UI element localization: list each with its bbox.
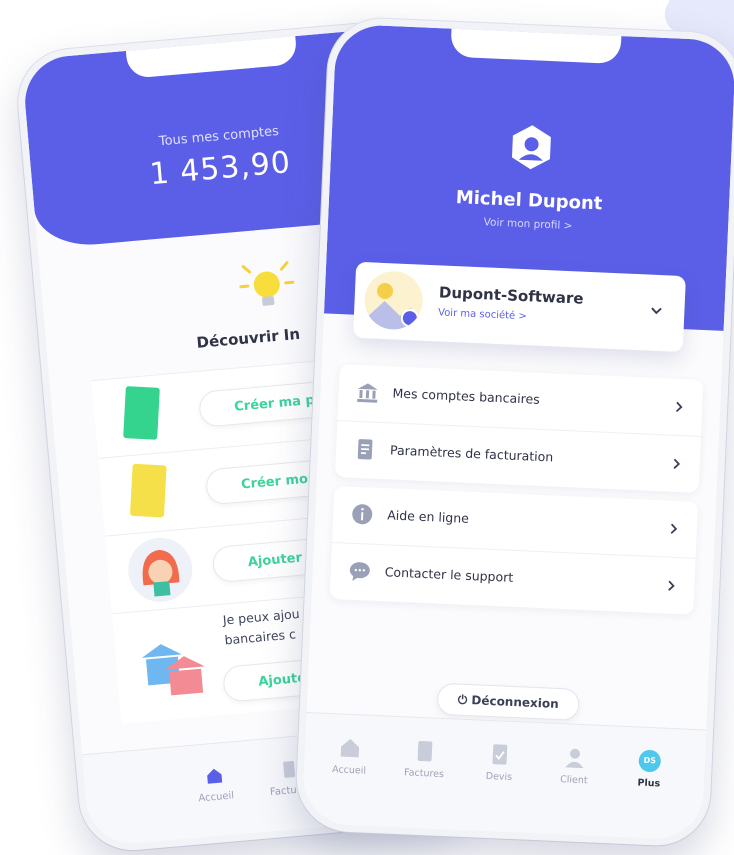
front-phone: Michel Dupont Voir mon profil > Dupont-S… <box>294 16 734 848</box>
home-icon <box>340 738 360 758</box>
invoice-icon <box>417 740 433 762</box>
chevron-right-icon <box>668 580 675 591</box>
client-face-icon <box>125 535 195 605</box>
tab-accueil[interactable]: Accueil <box>314 735 386 777</box>
menu-label: Contacter le support <box>384 564 514 585</box>
logout-label: Déconnexion <box>471 693 559 711</box>
tab-client[interactable]: Client <box>539 745 611 787</box>
company-name: Dupont-Software <box>438 283 584 308</box>
support-menu-group: Aide en ligne Contacter le support <box>329 486 699 615</box>
company-logo <box>363 270 424 331</box>
discover-title: Découvrir In <box>195 324 301 352</box>
view-company-link[interactable]: Voir ma société > <box>438 307 527 322</box>
chevron-right-icon <box>673 458 681 469</box>
tab-label: Devis <box>485 770 513 784</box>
user-avatar-icon <box>511 125 551 170</box>
menu-label: Mes comptes bancaires <box>392 385 541 407</box>
menu-label: Aide en ligne <box>386 507 470 526</box>
home-icon <box>207 768 223 784</box>
bank-icon <box>357 383 378 403</box>
chat-bubble-icon <box>349 562 370 581</box>
bank-info-text: Je peux ajou bancaires c <box>222 604 302 651</box>
company-selector[interactable]: Dupont-Software Voir ma société > <box>352 261 686 353</box>
green-document-icon <box>123 386 160 440</box>
bank-buildings-icon <box>141 644 205 696</box>
tab-devis[interactable]: Devis <box>464 742 536 784</box>
lightbulb-icon <box>239 261 295 306</box>
user-initials-badge: DS <box>638 749 662 773</box>
info-icon <box>352 504 373 525</box>
tab-label: Accueil <box>331 764 367 777</box>
tab-label: Factures <box>403 767 445 781</box>
tab-label: Accueil <box>198 790 235 805</box>
client-icon <box>565 748 584 769</box>
tab-label: Client <box>559 774 588 787</box>
balance-amount: 1 453,90 <box>148 145 293 193</box>
chevron-right-icon <box>670 523 678 534</box>
bottom-tab-bar: Accueil Factures Devis Client DS Plus <box>301 712 707 841</box>
quote-icon <box>492 744 508 765</box>
chevron-right-icon <box>676 401 683 412</box>
chevron-down-icon[interactable] <box>650 305 663 318</box>
yellow-document-icon <box>129 463 167 518</box>
tab-accueil[interactable]: Accueil <box>179 763 252 806</box>
power-icon: ⏻ <box>457 692 472 708</box>
account-menu-group: Mes comptes bancaires Paramètres de fact… <box>334 364 704 493</box>
billing-document-icon <box>357 439 373 460</box>
tab-factures[interactable]: Factures <box>389 739 461 781</box>
balance-caption: Tous mes comptes <box>158 123 280 150</box>
logout-button[interactable]: ⏻ Déconnexion <box>436 682 580 721</box>
tab-plus[interactable]: DS Plus <box>614 749 686 791</box>
menu-label: Paramètres de facturation <box>389 442 554 465</box>
tab-label: Plus <box>637 777 661 790</box>
